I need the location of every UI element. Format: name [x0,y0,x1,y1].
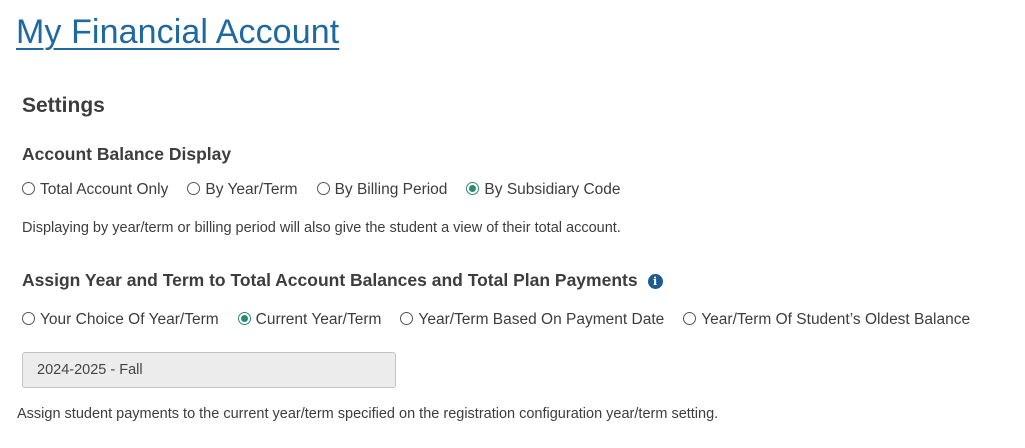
radio-option-current-year-term[interactable]: Current Year/Term [237,309,382,331]
radio-option-year-term-based-on-payment-date[interactable]: Year/Term Based On Payment Date [400,309,664,331]
radio-label: Year/Term Based On Payment Date [418,311,665,328]
radio-button-selected[interactable] [466,181,480,195]
radio-option-year-term-of-oldest-balance[interactable]: Year/Term Of Student’s Oldest Balance [683,309,970,331]
year-term-select-disabled: 2024-2025 - Fall [22,352,396,388]
radio-option-by-billing-period[interactable]: By Billing Period [316,179,448,201]
radio-option-by-year-term[interactable]: By Year/Term [187,179,298,201]
radio-button[interactable] [683,311,697,325]
radio-label: By Billing Period [334,181,448,198]
assign-term-help-text: Assign student payments to the current y… [17,406,719,422]
radio-option-by-subsidiary-code[interactable]: By Subsidiary Code [466,179,621,201]
balance-display-help-text: Displaying by year/term or billing perio… [22,220,621,236]
radio-label: Current Year/Term [255,311,382,328]
radio-button[interactable] [316,181,330,195]
radio-option-your-choice-of-year-term[interactable]: Your Choice Of Year/Term [22,309,219,331]
account-balance-display-heading: Account Balance Display [22,144,232,164]
radio-button[interactable] [187,181,201,195]
info-icon[interactable]: i [647,274,663,289]
assign-year-term-heading-text: Assign Year and Term to Total Account Ba… [22,270,638,290]
radio-button-selected[interactable] [237,311,251,325]
assign-year-term-radio-group: Your Choice Of Year/Term Current Year/Te… [22,309,970,331]
page-title-link[interactable]: My Financial Account [16,10,339,54]
assign-year-term-heading: Assign Year and Term to Total Account Ba… [22,268,663,292]
settings-heading: Settings [22,94,105,117]
radio-label: Your Choice Of Year/Term [40,311,219,328]
radio-option-total-account-only[interactable]: Total Account Only [22,179,168,201]
radio-button[interactable] [22,311,35,325]
radio-label: By Subsidiary Code [484,181,621,198]
radio-label: By Year/Term [205,181,298,198]
radio-button[interactable] [22,181,35,195]
radio-label: Year/Term Of Student’s Oldest Balance [701,311,971,328]
radio-label: Total Account Only [40,181,169,198]
radio-button[interactable] [400,311,414,325]
account-balance-display-radio-group: Total Account Only By Year/Term By Billi… [22,179,621,201]
